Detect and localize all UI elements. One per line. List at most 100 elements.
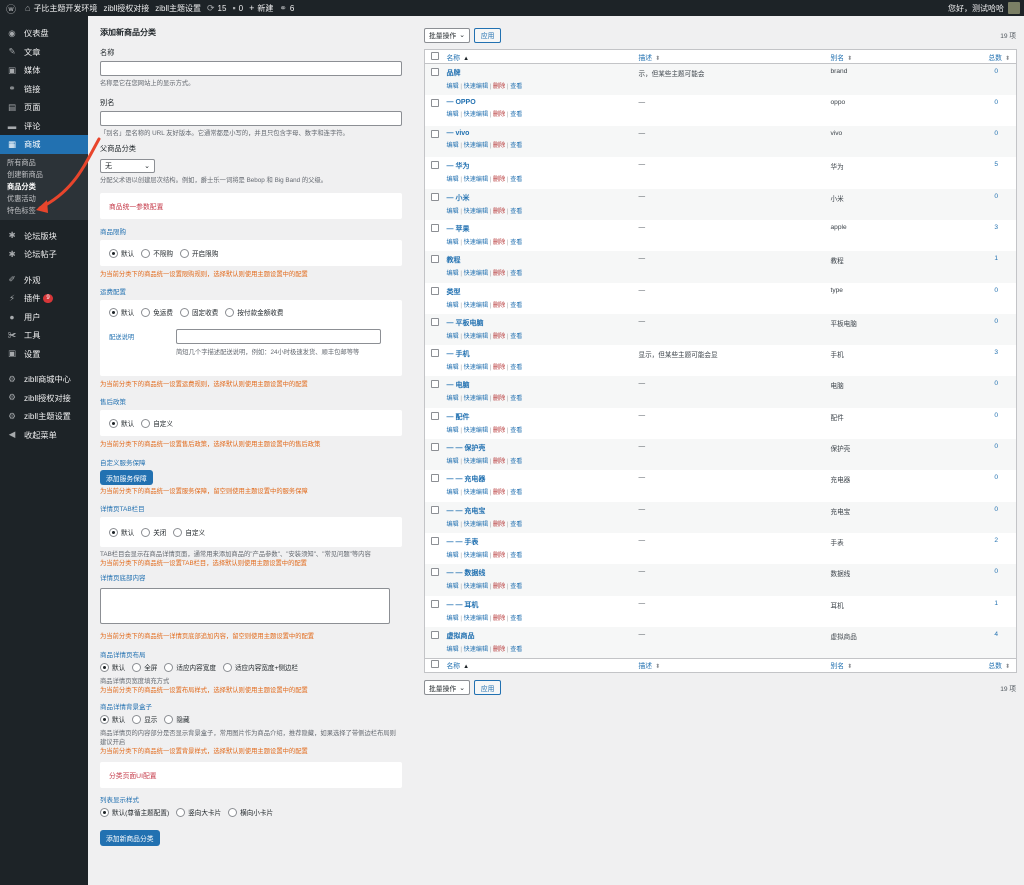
row-action-link[interactable]: 查看	[510, 176, 522, 183]
bulk-actions-select-bottom[interactable]: 批量操作 ⌄	[424, 680, 470, 696]
row-action-link[interactable]: 快速编辑	[464, 83, 488, 90]
row-checkbox[interactable]	[431, 349, 439, 358]
row-action-link[interactable]: 编辑	[447, 239, 459, 246]
row-action-link[interactable]: 快速编辑	[464, 142, 488, 149]
category-count-link[interactable]: 0	[972, 95, 1017, 126]
column-slug[interactable]: 别名 ⬍	[826, 49, 972, 64]
category-name-link[interactable]: — 小米	[447, 193, 631, 203]
category-count-link[interactable]: 0	[972, 189, 1017, 220]
bgbox-option[interactable]: 隐藏	[164, 714, 190, 724]
category-name-link[interactable]: — — 数据线	[447, 568, 631, 578]
row-action-link[interactable]: 查看	[510, 521, 522, 528]
row-action-link[interactable]: 快速编辑	[464, 333, 488, 340]
row-action-link[interactable]: 编辑	[447, 583, 459, 590]
aftersale-option[interactable]: 默认	[109, 418, 134, 428]
row-action-link[interactable]: 快速编辑	[464, 302, 488, 309]
row-action-link[interactable]: 编辑	[447, 333, 459, 340]
row-action-link[interactable]: 编辑	[447, 270, 459, 277]
radio-button[interactable]	[164, 714, 174, 724]
row-action-link[interactable]: 查看	[510, 395, 522, 402]
row-action-link[interactable]: 删除	[493, 489, 505, 496]
submenu-item[interactable]: 特色标签	[0, 205, 88, 217]
sidebar-item-gear[interactable]: ⚙ zibll主题设置	[0, 407, 88, 426]
category-count-link[interactable]: 3	[972, 220, 1017, 251]
category-count-link[interactable]: 3	[972, 345, 1017, 376]
bulk-actions-select[interactable]: 批量操作 ⌄	[424, 27, 470, 43]
sidebar-item-link[interactable]: ⚭ 链接	[0, 80, 88, 99]
sidebar-item-media[interactable]: ▣ 媒体	[0, 61, 88, 80]
sidebar-item-gear[interactable]: ⚙ zibll授权对接	[0, 389, 88, 408]
category-count-link[interactable]: 0	[972, 564, 1017, 595]
layout-option[interactable]: 适应内容宽度+侧边栏	[222, 662, 298, 672]
row-action-link[interactable]: 查看	[510, 239, 522, 246]
row-action-link[interactable]: 查看	[510, 552, 522, 559]
sidebar-item-user[interactable]: ● 用户	[0, 308, 88, 327]
row-checkbox[interactable]	[431, 599, 439, 608]
category-name-link[interactable]: — OPPO	[447, 99, 631, 106]
radio-button[interactable]	[109, 527, 118, 537]
sidebar-item-pin[interactable]: ✎ 文章	[0, 43, 88, 62]
row-action-link[interactable]: 编辑	[447, 521, 459, 528]
shipping-option[interactable]: 默认	[109, 307, 134, 317]
add-guarantee-button[interactable]: 添加服务保障	[100, 470, 153, 485]
row-action-link[interactable]: 快速编辑	[464, 176, 488, 183]
category-name-link[interactable]: — 手机	[447, 349, 631, 359]
row-action-link[interactable]: 快速编辑	[464, 111, 488, 118]
category-count-link[interactable]: 1	[972, 596, 1017, 627]
category-count-link[interactable]: 0	[972, 283, 1017, 314]
row-action-link[interactable]: 快速编辑	[464, 489, 488, 496]
links-count-link[interactable]: ⚭ 6	[279, 0, 294, 16]
row-checkbox[interactable]	[431, 317, 439, 326]
submenu-item[interactable]: 创建新商品	[0, 169, 88, 181]
sidebar-item-settings[interactable]: ▣ 设置	[0, 345, 88, 364]
column-name-footer[interactable]: 名称 ▲	[442, 657, 635, 673]
parent-select[interactable]: 无 ⌄	[100, 159, 155, 173]
row-action-link[interactable]: 编辑	[447, 111, 459, 118]
category-name-link[interactable]: — — 充电宝	[447, 506, 631, 516]
row-action-link[interactable]: 查看	[510, 208, 522, 215]
bgbox-option[interactable]: 默认	[100, 714, 125, 724]
sidebar-item-shop[interactable]: ▦ 商城	[0, 135, 88, 154]
row-action-link[interactable]: 删除	[493, 615, 505, 622]
shipping-option[interactable]: 固定收费	[179, 307, 218, 317]
row-action-link[interactable]: 快速编辑	[464, 583, 488, 590]
category-name-link[interactable]: — 配件	[447, 412, 631, 422]
row-checkbox[interactable]	[431, 380, 439, 389]
row-checkbox[interactable]	[431, 505, 439, 514]
row-action-link[interactable]: 编辑	[447, 302, 459, 309]
category-count-link[interactable]: 0	[972, 376, 1017, 407]
category-name-link[interactable]: — 苹果	[447, 224, 631, 234]
row-checkbox[interactable]	[431, 98, 439, 107]
row-action-link[interactable]: 快速编辑	[464, 458, 488, 465]
add-category-submit-button[interactable]: 添加新商品分类	[100, 830, 160, 846]
radio-button[interactable]	[109, 248, 118, 258]
limit-option[interactable]: 不限购	[141, 248, 173, 258]
name-input[interactable]	[100, 61, 402, 76]
adminbar-zibll-auth-link[interactable]: zibll授权对接	[103, 0, 149, 16]
category-count-link[interactable]: 0	[972, 439, 1017, 470]
category-count-link[interactable]: 0	[972, 470, 1017, 501]
category-count-link[interactable]: 5	[972, 157, 1017, 188]
row-action-link[interactable]: 查看	[510, 615, 522, 622]
avatar[interactable]	[1008, 2, 1020, 14]
row-action-link[interactable]: 快速编辑	[464, 552, 488, 559]
row-action-link[interactable]: 快速编辑	[464, 364, 488, 371]
sidebar-item-collapse[interactable]: ◀ 收起菜单	[0, 426, 88, 445]
row-action-link[interactable]: 删除	[493, 142, 505, 149]
category-count-link[interactable]: 2	[972, 533, 1017, 564]
category-count-link[interactable]: 0	[972, 64, 1017, 95]
sidebar-item-plugin[interactable]: ⚡ 插件 9	[0, 289, 88, 308]
row-action-link[interactable]: 编辑	[447, 364, 459, 371]
row-action-link[interactable]: 快速编辑	[464, 395, 488, 402]
row-action-link[interactable]: 编辑	[447, 458, 459, 465]
row-action-link[interactable]: 快速编辑	[464, 646, 488, 653]
shipping-option[interactable]: 免运费	[141, 307, 173, 317]
row-action-link[interactable]: 删除	[493, 270, 505, 277]
column-description-footer[interactable]: 描述 ⬍	[634, 657, 827, 673]
radio-button[interactable]	[225, 307, 235, 317]
row-checkbox[interactable]	[431, 630, 439, 639]
row-checkbox[interactable]	[431, 568, 439, 577]
row-action-link[interactable]: 编辑	[447, 615, 459, 622]
radio-button[interactable]	[141, 307, 151, 317]
row-action-link[interactable]: 删除	[493, 364, 505, 371]
